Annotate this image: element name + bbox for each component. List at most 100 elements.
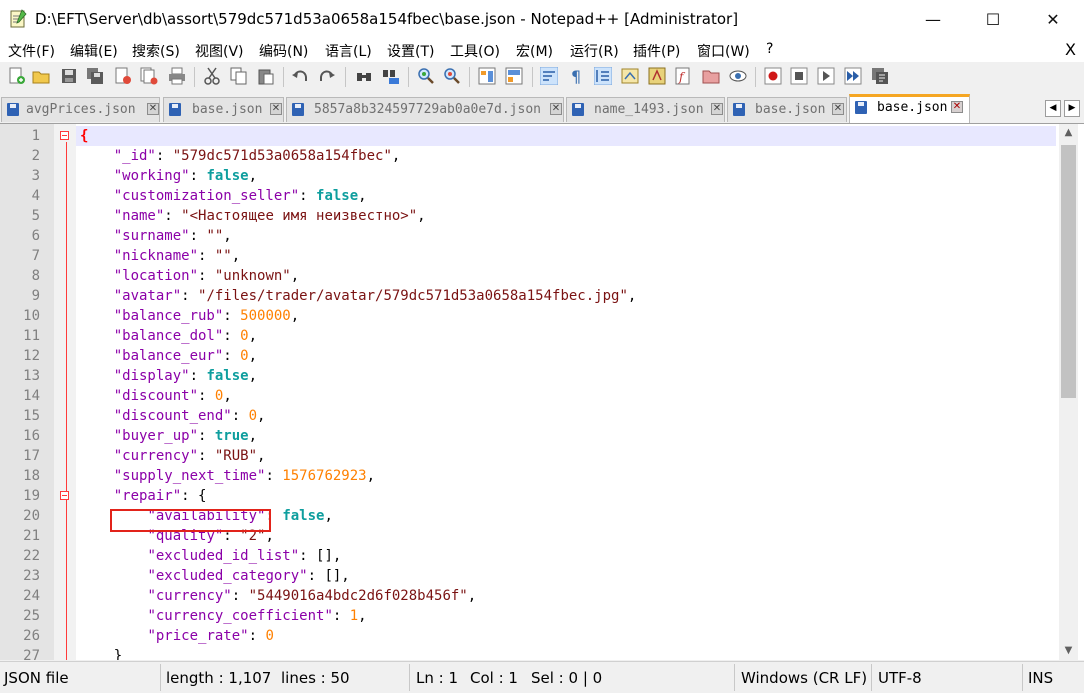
- vertical-scrollbar[interactable]: ▲ ▼: [1059, 124, 1078, 660]
- code-token: {: [80, 128, 89, 144]
- insert-mode: INS: [1028, 669, 1054, 687]
- playback-macro-icon[interactable]: [817, 67, 835, 85]
- tab-close-icon[interactable]: ✕: [270, 103, 282, 115]
- indent-guide-icon[interactable]: [594, 67, 612, 85]
- redo-icon[interactable]: [318, 67, 336, 85]
- code-token: "excluded_id_list": [147, 548, 300, 564]
- tab-bar: avgPrices.json ✕ base.json ✕ 5857a8b3245…: [0, 93, 1084, 124]
- code-token: "price_rate": [147, 628, 249, 644]
- save-icon[interactable]: [60, 67, 78, 85]
- code-token: false: [206, 368, 249, 384]
- tab-avgprices-json[interactable]: avgPrices.json ✕: [1, 97, 160, 122]
- cursor-line: Ln : 1: [416, 669, 458, 687]
- menu-settings[interactable]: 设置(T): [387, 41, 434, 61]
- tab-base-json-active[interactable]: base.json ✕: [849, 94, 970, 123]
- code-line: 15 "discount_end": 0,: [0, 406, 1056, 426]
- open-file-icon[interactable]: [32, 67, 50, 85]
- new-file-icon[interactable]: [8, 67, 26, 85]
- close-file-icon[interactable]: [114, 67, 132, 85]
- menu-window[interactable]: 窗口(W): [697, 41, 750, 61]
- zoom-in-icon[interactable]: [417, 67, 435, 85]
- code-token: ,: [231, 248, 241, 264]
- record-macro-icon[interactable]: [764, 67, 782, 85]
- function-list-icon[interactable]: f: [674, 67, 692, 85]
- menu-help[interactable]: ?: [766, 41, 773, 57]
- print-icon[interactable]: [168, 67, 186, 85]
- scrollbar-thumb[interactable]: [1061, 145, 1076, 398]
- monitoring-icon[interactable]: [729, 67, 747, 85]
- menu-edit[interactable]: 编辑(E): [70, 41, 118, 61]
- minimize-button[interactable]: —: [903, 0, 963, 38]
- tab-close-icon[interactable]: ✕: [147, 103, 159, 115]
- save-all-icon[interactable]: [86, 67, 104, 85]
- find-icon[interactable]: [355, 67, 373, 85]
- menu-plugins[interactable]: 插件(P): [633, 41, 680, 61]
- saved-file-icon: [292, 103, 304, 116]
- menu-search[interactable]: 搜索(S): [132, 41, 180, 61]
- word-wrap-icon[interactable]: [540, 67, 558, 85]
- tab-scroll-left-button[interactable]: ◀: [1045, 100, 1061, 117]
- tab-name-1493-json[interactable]: name_1493.json ✕: [566, 97, 725, 122]
- line-number: 24: [23, 588, 40, 604]
- sync-horizontal-icon[interactable]: [505, 67, 523, 85]
- scroll-down-arrow-icon[interactable]: ▼: [1059, 642, 1078, 660]
- menu-tools[interactable]: 工具(O): [450, 41, 500, 61]
- menu-encoding[interactable]: 编码(N): [259, 41, 308, 61]
- replace-icon[interactable]: [382, 67, 400, 85]
- tab-close-icon[interactable]: ✕: [711, 103, 723, 115]
- tab-base-json-2[interactable]: base.json ✕: [727, 97, 847, 122]
- menu-view[interactable]: 视图(V): [195, 41, 244, 61]
- tab-base-json-1[interactable]: base.json ✕: [163, 97, 284, 122]
- code-token: :: [189, 228, 207, 244]
- code-text: "customization_seller": false,: [80, 186, 367, 206]
- cut-icon[interactable]: [203, 67, 221, 85]
- folder-as-workspace-icon[interactable]: [702, 67, 720, 85]
- line-number: 9: [31, 288, 40, 304]
- tab-scroll-right-button[interactable]: ▶: [1064, 100, 1080, 117]
- menu-macro[interactable]: 宏(M): [516, 41, 553, 61]
- menu-language[interactable]: 语言(L): [325, 41, 372, 61]
- document-map-icon[interactable]: [648, 67, 666, 85]
- code-token: :: [198, 268, 215, 284]
- close-all-icon[interactable]: [140, 67, 158, 85]
- code-token: ,: [257, 448, 266, 464]
- maximize-button[interactable]: ☐: [963, 0, 1023, 38]
- run-macro-multiple-icon[interactable]: [844, 67, 862, 85]
- menu-file[interactable]: 文件(F): [8, 41, 55, 61]
- copy-icon[interactable]: [230, 67, 248, 85]
- user-defined-language-icon[interactable]: [621, 67, 639, 85]
- code-editor[interactable]: 1{2 "_id": "579dc571d53a0658a154fbec", 3 …: [0, 124, 1084, 660]
- sync-vertical-icon[interactable]: [478, 67, 496, 85]
- show-all-characters-icon[interactable]: ¶: [567, 67, 585, 85]
- zoom-out-icon[interactable]: [443, 67, 461, 85]
- file-type: JSON file: [4, 669, 69, 687]
- paste-icon[interactable]: [257, 67, 275, 85]
- tab-close-icon[interactable]: ✕: [951, 101, 963, 113]
- undo-icon[interactable]: [291, 67, 309, 85]
- close-document-button[interactable]: X: [1065, 40, 1076, 59]
- code-line: 1{: [0, 126, 1056, 146]
- code-token: ,: [417, 208, 426, 224]
- close-window-button[interactable]: ✕: [1023, 0, 1083, 38]
- line-number: 2: [31, 148, 40, 164]
- tab-close-icon[interactable]: ✕: [550, 103, 562, 115]
- save-macro-icon[interactable]: [871, 67, 889, 85]
- stop-recording-icon[interactable]: [790, 67, 808, 85]
- code-line: 26 "price_rate": 0: [0, 626, 1056, 646]
- code-token: "balance_rub": [113, 308, 224, 324]
- menu-run[interactable]: 运行(R): [570, 41, 619, 61]
- code-text: "currency": "5449016a4bdc2d6f028b456f",: [80, 586, 476, 606]
- line-number: 4: [31, 188, 40, 204]
- scroll-up-arrow-icon[interactable]: ▲: [1059, 124, 1078, 142]
- tab-5857a8b324597729ab0a0e7d-json[interactable]: 5857a8b324597729ab0a0e7d.json ✕: [286, 97, 564, 122]
- code-token: ,: [257, 408, 266, 424]
- code-token: ,: [290, 268, 300, 284]
- status-separator: [871, 664, 872, 691]
- tab-close-icon[interactable]: ✕: [832, 103, 844, 115]
- code-token: :: [198, 428, 215, 444]
- toolbar-separator: [283, 67, 284, 87]
- saved-file-icon: [169, 103, 181, 116]
- code-line: 14 "discount": 0,: [0, 386, 1056, 406]
- code-token: true: [214, 428, 249, 444]
- toolbar-separator: [345, 67, 346, 87]
